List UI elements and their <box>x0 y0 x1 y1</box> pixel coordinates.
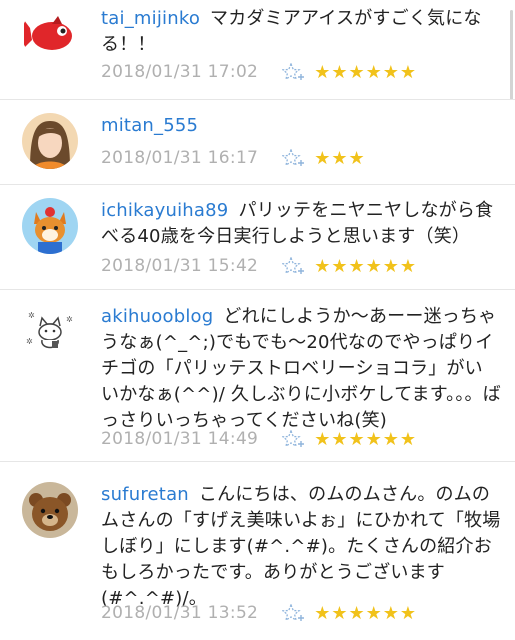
comment-meta: 2018/01/31 15:42 ★★★★★★ <box>101 255 417 277</box>
red-fish-icon <box>22 6 78 62</box>
cat-sketch-icon: ✲ ✲ ✲ <box>22 304 78 360</box>
woman-portrait-icon <box>22 113 78 169</box>
comment-meta: 2018/01/31 14:49 ★★★★★★ <box>101 428 417 450</box>
comment-text-block: ichikayuiha89 パリッテをニヤニヤしながら食べる40歳を今日実行しよう… <box>101 198 501 250</box>
comment-text-block: tai_mijinko マカダミアアイスがすごく気になる！！ <box>101 6 501 58</box>
username-link[interactable]: akihuooblog <box>101 306 213 327</box>
comment-item: ✲ ✲ ✲ akihuooblog どれにしようか〜あーー迷っちゃうなぁ(^_^;… <box>0 290 515 462</box>
star-rating: ★★★★★★ <box>314 602 418 624</box>
star-rating: ★★★ <box>314 147 366 169</box>
comment-item: mitan_555 2018/01/31 16:17 ★★★ <box>0 100 515 185</box>
star-plus-icon[interactable] <box>282 430 306 448</box>
star-rating: ★★★★★★ <box>314 428 418 450</box>
comment-text-block: akihuooblog どれにしようか〜あーー迷っちゃうなぁ(^_^;)でもでも〜… <box>101 304 501 434</box>
svg-text:✲: ✲ <box>26 337 33 346</box>
comment-date: 2018/01/31 16:17 <box>101 148 259 168</box>
comment-item: ichikayuiha89 パリッテをニヤニヤしながら食べる40歳を今日実行しよう… <box>0 185 515 290</box>
comment-date: 2018/01/31 17:02 <box>101 62 259 82</box>
teddy-bear-icon <box>22 482 78 538</box>
comment-date: 2018/01/31 15:42 <box>101 256 259 276</box>
avatar-fox[interactable] <box>22 198 78 254</box>
fox-character-icon <box>22 198 78 254</box>
comment-meta: 2018/01/31 13:52 ★★★★★★ <box>101 602 417 624</box>
avatar-red-fish[interactable] <box>22 6 78 62</box>
star-rating: ★★★★★★ <box>314 61 418 83</box>
star-plus-icon[interactable] <box>282 149 306 167</box>
comment-text-block: sufuretan こんにちは、のムのムさん。のムのムさんの「すげえ美味いよぉ」に… <box>101 482 501 612</box>
comment-text-block: mitan_555 <box>101 113 501 139</box>
star-plus-icon[interactable] <box>282 257 306 275</box>
comment-meta: 2018/01/31 17:02 ★★★★★★ <box>101 61 417 83</box>
star-plus-icon[interactable] <box>282 63 306 81</box>
star-plus-icon[interactable] <box>282 604 306 622</box>
avatar-teddy-bear[interactable] <box>22 482 78 538</box>
username-link[interactable]: tai_mijinko <box>101 8 200 29</box>
username-link[interactable]: mitan_555 <box>101 115 198 136</box>
username-link[interactable]: ichikayuiha89 <box>101 200 228 221</box>
star-rating: ★★★★★★ <box>314 255 418 277</box>
avatar-cat-sketch[interactable]: ✲ ✲ ✲ <box>22 304 78 360</box>
comment-meta: 2018/01/31 16:17 ★★★ <box>101 147 366 169</box>
username-link[interactable]: sufuretan <box>101 484 189 505</box>
avatar-woman[interactable] <box>22 113 78 169</box>
svg-text:✲: ✲ <box>66 315 73 324</box>
comment-date: 2018/01/31 14:49 <box>101 429 259 449</box>
comment-item: sufuretan こんにちは、のムのムさん。のムのムさんの「すげえ美味いよぉ」に… <box>0 462 515 640</box>
svg-text:✲: ✲ <box>28 311 35 320</box>
comment-date: 2018/01/31 13:52 <box>101 603 259 623</box>
comment-item: tai_mijinko マカダミアアイスがすごく気になる！！ 2018/01/31… <box>0 0 515 100</box>
